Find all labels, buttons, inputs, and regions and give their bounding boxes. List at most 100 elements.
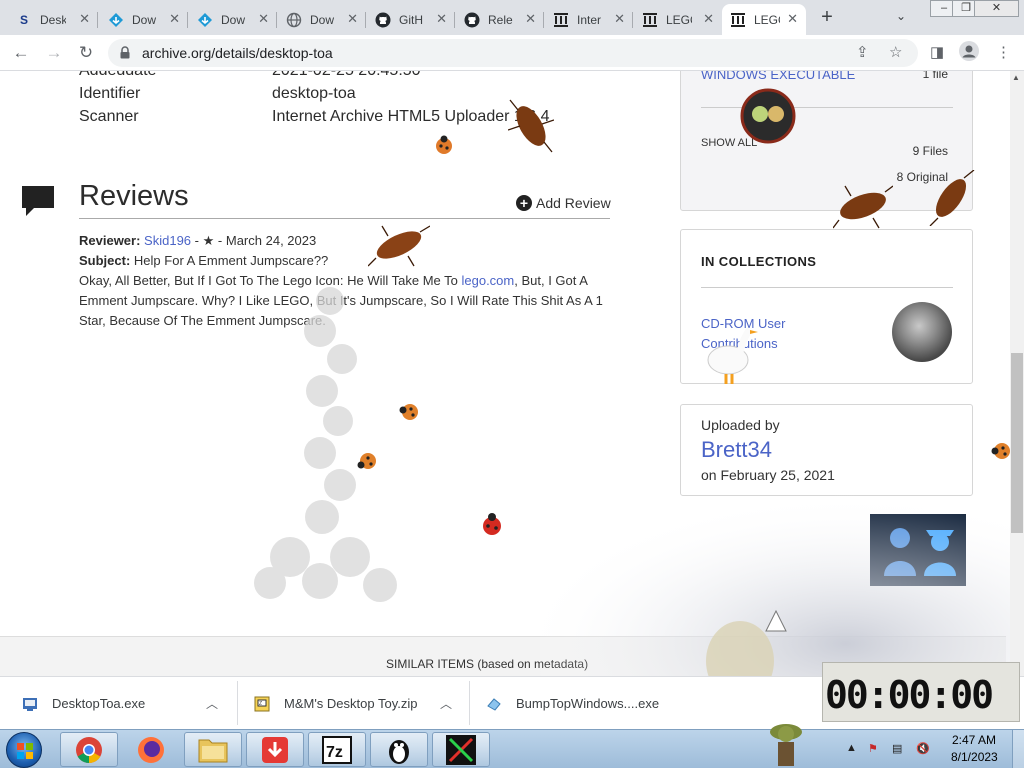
taskbar-explorer[interactable]	[184, 732, 242, 767]
close-window-button[interactable]: ✕	[974, 0, 1019, 17]
uploader-link[interactable]: Brett34	[701, 437, 772, 463]
metadata-key: Scanner	[79, 108, 139, 125]
metadata-key: Identifier	[79, 85, 141, 102]
chevron-up-icon[interactable]: ︿	[206, 695, 218, 712]
address-bar[interactable]: archive.org/details/desktop-toa ⇪ ☆	[108, 39, 918, 67]
diamond-download-icon	[197, 12, 213, 28]
metadata-value: desktop-toa	[272, 85, 356, 102]
close-icon[interactable]: ✕	[525, 11, 536, 27]
divider	[237, 681, 238, 725]
tab-desktop[interactable]: S Desk ✕	[8, 4, 98, 35]
forward-button[interactable]: →	[43, 42, 65, 64]
clock-time[interactable]: 2:47 AM	[952, 733, 996, 747]
tab-strip: S Desk ✕ Dow ✕ Dow ✕ Dow ✕ GitH ✕ Rele ✕…	[0, 0, 1024, 35]
users-icon	[870, 514, 966, 586]
tab-title: GitH	[399, 12, 423, 27]
download-arrow-icon	[262, 736, 288, 763]
tray-expand-icon[interactable]: ▲	[846, 742, 857, 754]
collections-heading: IN COLLECTIONS	[701, 254, 817, 269]
page-content: Addeddate 2021-02-25 20:45:50 Identifier…	[0, 71, 1010, 676]
divider	[79, 218, 610, 219]
tab-title: Dow	[310, 12, 335, 27]
tab-title: LEGO	[754, 12, 780, 27]
reviews-heading: Reviews	[79, 180, 189, 212]
taskbar-downloader[interactable]	[246, 732, 304, 767]
tab-lego-1[interactable]: LEGO ✕	[634, 4, 722, 35]
close-icon[interactable]: ✕	[347, 11, 358, 27]
review-separator: -	[217, 233, 223, 248]
download-item[interactable]: Z M&M's Desktop Toy.zip ︿	[254, 677, 466, 730]
taskbar-lightsaber-app[interactable]	[432, 732, 490, 767]
close-icon[interactable]: ✕	[169, 11, 180, 27]
url-text[interactable]: archive.org/details/desktop-toa	[142, 45, 333, 61]
github-icon	[375, 12, 391, 28]
download-filename: BumpTopWindows....exe	[516, 696, 660, 711]
back-button[interactable]: ←	[10, 42, 32, 64]
bookmark-star-icon[interactable]: ☆	[889, 43, 902, 61]
tab-download-1[interactable]: Dow ✕	[100, 4, 188, 35]
taskbar-chrome[interactable]	[60, 732, 118, 767]
clock-date[interactable]: 8/1/2023	[951, 750, 998, 764]
chevron-up-icon[interactable]: ︿	[440, 695, 452, 712]
tab-divider	[454, 12, 455, 28]
close-icon[interactable]: ✕	[787, 11, 798, 27]
review-body: Okay, All Better, But If I Got To The Le…	[79, 271, 614, 331]
lego-link[interactable]: lego.com	[461, 273, 514, 288]
review-separator: -	[194, 233, 199, 248]
windows-executable-link[interactable]: WINDOWS EXECUTABLE	[701, 71, 855, 82]
archive-icon	[553, 12, 569, 28]
reload-button[interactable]: ↻	[75, 42, 97, 64]
menu-kebab-icon[interactable]: ⋮	[996, 43, 1011, 61]
tab-download-3[interactable]: Dow ✕	[278, 4, 366, 35]
tab-title: Rele	[488, 12, 513, 27]
tab-lego-active[interactable]: LEGO ✕	[722, 4, 806, 35]
download-item[interactable]: BumpTopWindows....exe	[486, 677, 686, 730]
scroll-up-arrow-icon[interactable]: ▲	[1012, 73, 1020, 82]
collection-thumbnail[interactable]	[892, 302, 952, 362]
tab-title: Inter	[577, 12, 602, 27]
globe-icon	[286, 12, 302, 28]
taskbar-firefox[interactable]	[122, 732, 180, 767]
taskbar-7zip[interactable]: 7z	[308, 732, 366, 767]
show-all-link[interactable]: SHOW ALL	[701, 137, 757, 149]
scrollbar-thumb[interactable]	[1011, 353, 1023, 533]
profile-avatar-icon[interactable]	[958, 40, 980, 66]
svg-text:Z: Z	[259, 701, 262, 707]
divider	[469, 681, 470, 725]
s-logo-icon: S	[19, 12, 28, 27]
tab-releases[interactable]: Rele ✕	[456, 4, 544, 35]
tab-download-2[interactable]: Dow ✕	[189, 4, 277, 35]
collections-panel: IN COLLECTIONS CD-ROM User Contributions	[680, 229, 973, 384]
lightsaber-icon	[446, 734, 476, 765]
new-tab-button[interactable]: +	[817, 7, 837, 27]
browser-toolbar: ← → ↻ archive.org/details/desktop-toa ⇪ …	[0, 35, 1024, 71]
tab-title: Dow	[132, 12, 157, 27]
plus-circle-icon: +	[516, 195, 532, 211]
close-icon[interactable]: ✕	[703, 11, 714, 27]
close-icon[interactable]: ✕	[258, 11, 269, 27]
tab-divider	[187, 12, 188, 28]
side-panel-icon[interactable]: ◨	[930, 43, 944, 61]
close-icon[interactable]: ✕	[436, 11, 447, 27]
share-icon[interactable]: ⇪	[856, 43, 869, 61]
tab-search-chevron-icon[interactable]: ⌄	[896, 9, 906, 23]
7zip-icon: 7z	[322, 735, 352, 764]
close-icon[interactable]: ✕	[79, 11, 90, 27]
show-desktop-button[interactable]	[1012, 730, 1024, 768]
tab-internet-archive[interactable]: Inter ✕	[545, 4, 633, 35]
download-item[interactable]: DesktopToa.exe ︿	[22, 677, 234, 730]
reviewer-link[interactable]: Skid196	[144, 233, 191, 248]
close-icon[interactable]: ✕	[614, 11, 625, 27]
divider	[701, 107, 953, 108]
volume-muted-icon[interactable]: 🔇	[916, 742, 930, 755]
taskbar-penguin-app[interactable]	[370, 732, 428, 767]
start-button[interactable]	[6, 732, 42, 768]
network-icon[interactable]: ▤	[892, 742, 902, 755]
svg-text:7z: 7z	[326, 744, 343, 761]
add-review-button[interactable]: + Add Review	[516, 195, 611, 211]
action-center-flag-icon[interactable]: ⚑	[868, 742, 878, 755]
subject-label: Subject:	[79, 253, 131, 268]
collection-link[interactable]: CD-ROM User Contributions	[701, 314, 821, 354]
tab-github[interactable]: GitH ✕	[367, 4, 455, 35]
file-count: 1 file	[922, 71, 948, 81]
